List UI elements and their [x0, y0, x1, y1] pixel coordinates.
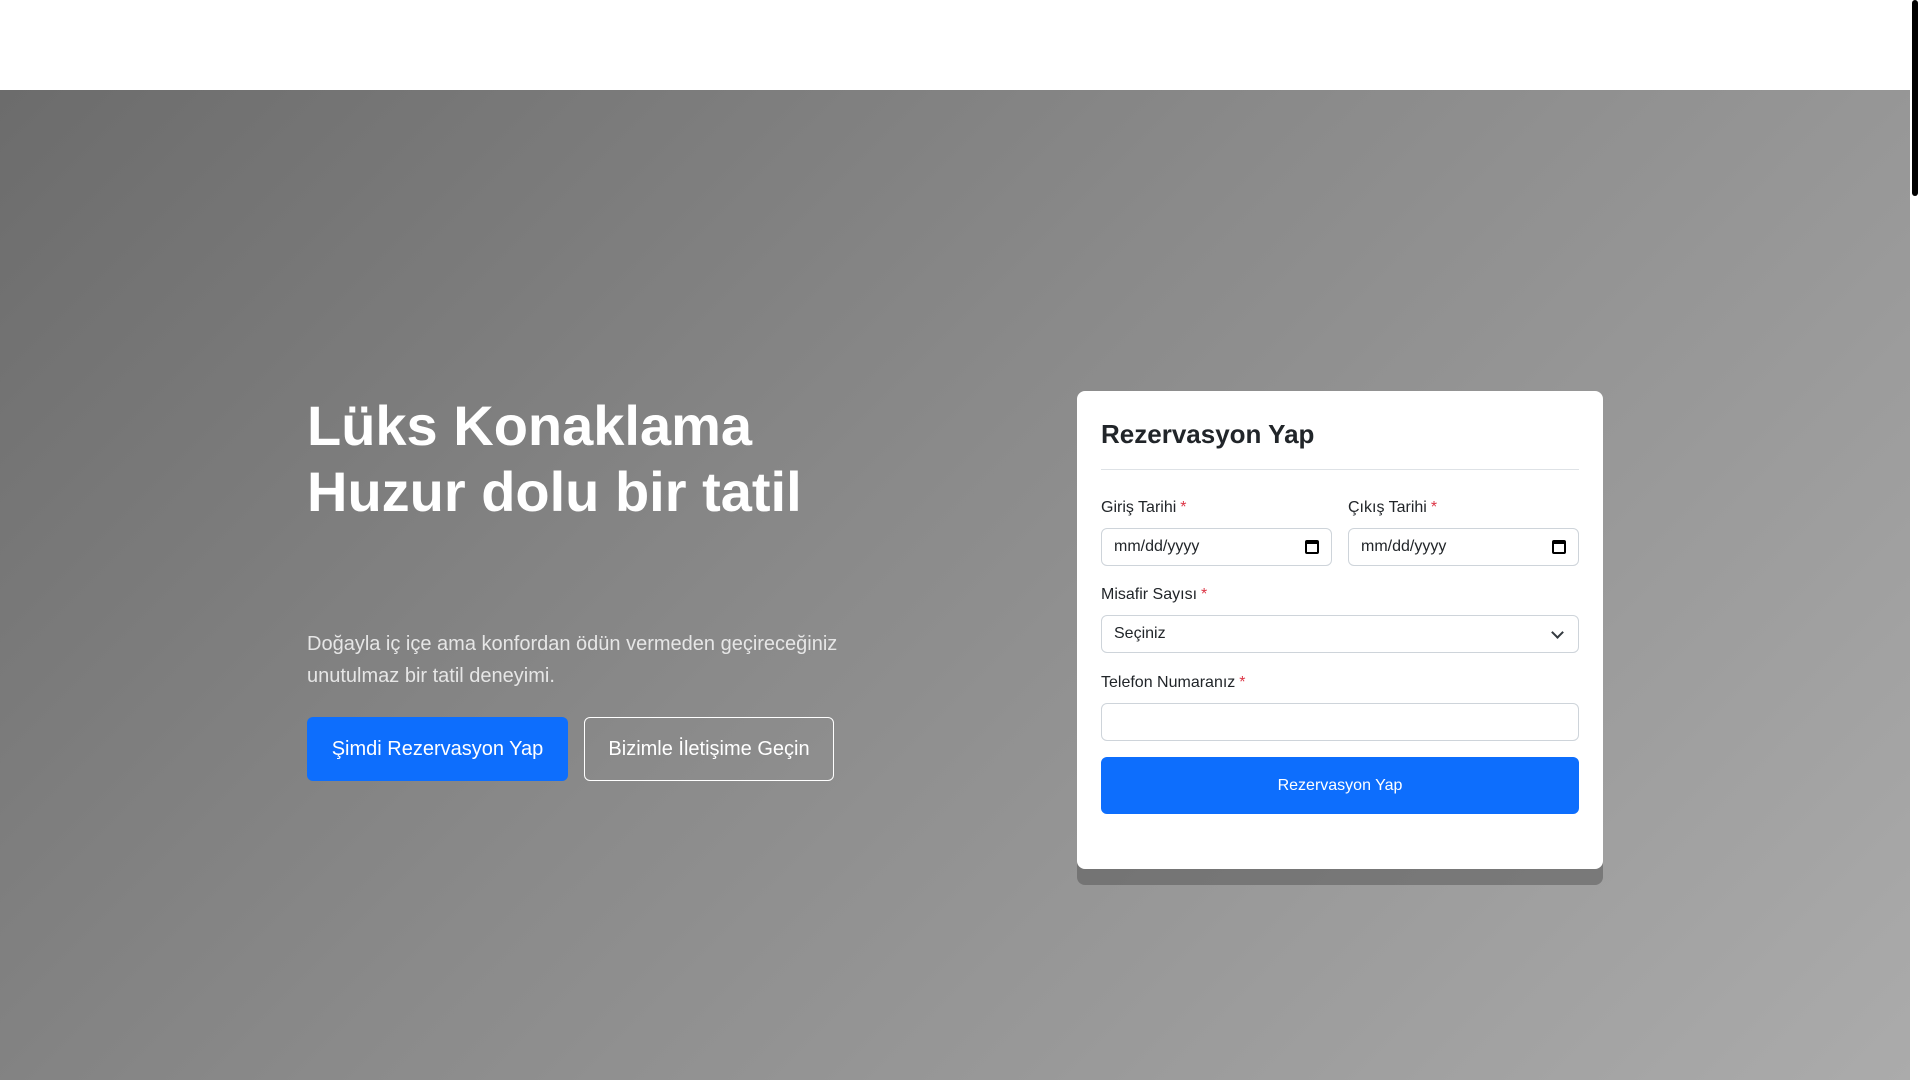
hero-section [0, 90, 1910, 1080]
phone-label-text: Telefon Numaranız [1101, 674, 1236, 691]
hero-title-line-1: Lüks Konaklama [307, 394, 753, 457]
checkin-date-value: mm/dd/yyyy [1114, 538, 1200, 555]
guests-label: Misafir Sayısı * [1101, 586, 1207, 604]
phone-label: Telefon Numaranız * [1101, 674, 1246, 692]
required-marker: * [1180, 499, 1187, 516]
guests-select[interactable]: Seçiniz [1101, 615, 1579, 653]
checkin-label: Giriş Tarihi * [1101, 499, 1187, 517]
checkout-label: Çıkış Tarihi * [1348, 499, 1437, 517]
checkout-date-value: mm/dd/yyyy [1361, 538, 1447, 555]
navbar [0, 0, 1910, 90]
checkin-date-input[interactable]: mm/dd/yyyy [1101, 528, 1332, 566]
required-marker: * [1239, 674, 1246, 691]
reservation-submit-button[interactable]: Rezervasyon Yap [1101, 757, 1579, 814]
calendar-icon[interactable] [1305, 540, 1319, 554]
checkin-label-text: Giriş Tarihi [1101, 499, 1177, 516]
contact-us-button[interactable]: Bizimle İletişime Geçin [584, 717, 834, 781]
scrollbar-thumb[interactable] [1912, 0, 1918, 196]
required-marker: * [1430, 499, 1438, 516]
scrollbar[interactable] [1910, 0, 1920, 1080]
checkout-label-text: Çıkış Tarihi [1348, 499, 1427, 516]
hero-subtitle: Doğayla iç içe ama konfordan ödün vermed… [307, 633, 838, 687]
chevron-down-icon [1551, 626, 1564, 639]
reservation-title: Rezervasyon Yap [1101, 419, 1315, 449]
checkout-date-input[interactable]: mm/dd/yyyy [1348, 528, 1579, 566]
card-divider [1101, 469, 1579, 470]
calendar-icon[interactable] [1552, 540, 1566, 554]
hero-title: Lüks Konaklama Huzur dolu bir tatil [307, 393, 927, 525]
required-marker: * [1201, 586, 1208, 603]
page: Lüks Konaklama Huzur dolu bir tatil Doğa… [0, 0, 1920, 1080]
guests-select-value: Seçiniz [1114, 625, 1166, 642]
phone-input[interactable] [1101, 703, 1579, 741]
hero-title-line-2: Huzur dolu bir tatil [307, 460, 802, 523]
guests-label-text: Misafir Sayısı [1101, 586, 1198, 603]
book-now-button[interactable]: Şimdi Rezervasyon Yap [307, 717, 568, 781]
reservation-card: Rezervasyon Yap Giriş Tarihi * mm/dd/yyyy… [1077, 391, 1603, 869]
